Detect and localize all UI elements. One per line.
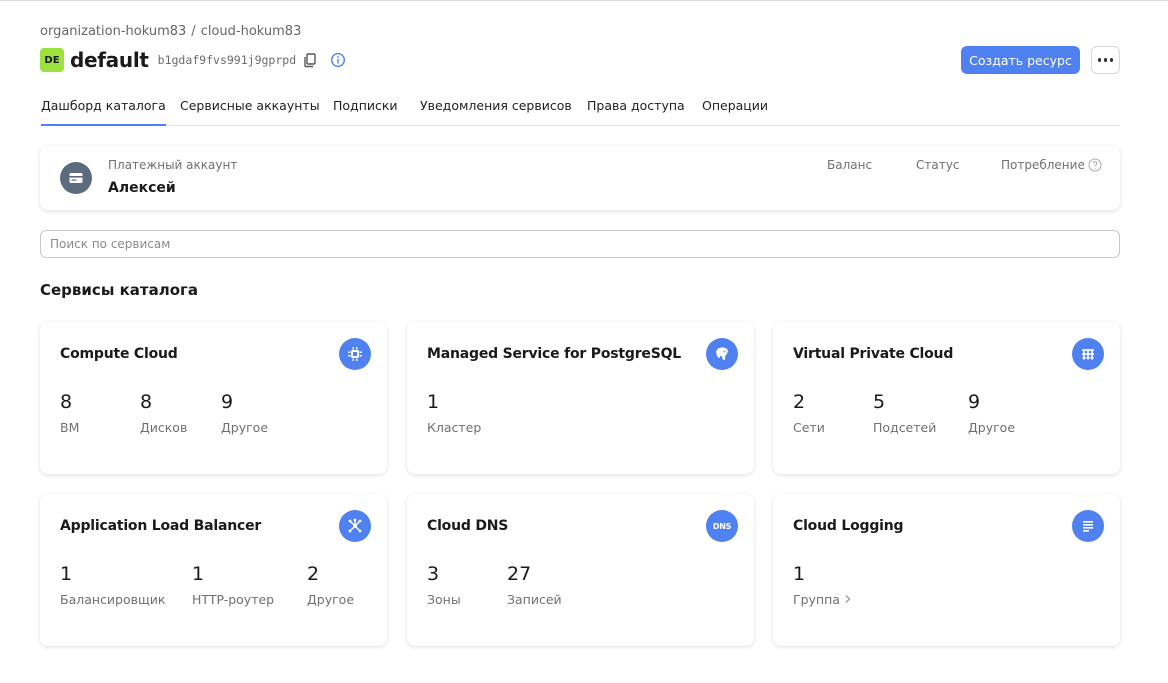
service-card-compute-cloud[interactable]: Compute Cloud 8 ВМ 8 Дисков 9 Другое — [40, 322, 387, 474]
service-card-cloud-logging[interactable]: Cloud Logging 1 Группа — [773, 494, 1120, 646]
stat-label: ВМ — [60, 420, 80, 435]
breadcrumb-separator: / — [191, 24, 196, 39]
section-title: Сервисы каталога — [40, 281, 198, 299]
service-card-application-load-balancer[interactable]: Application Load Balancer 1 Балансировщи… — [40, 494, 387, 646]
stat-value: 27 — [507, 563, 532, 585]
folder-id: b1gdaf9fvs991j9gprpd — [157, 53, 297, 67]
billing-status-label: Статус — [916, 158, 960, 172]
stat-label: Другое — [221, 420, 269, 435]
log-lines-icon — [1072, 510, 1104, 542]
network-icon — [1072, 338, 1104, 370]
billing-account-label: Платежный аккаунт — [108, 158, 238, 172]
billing-balance-label: Баланс — [827, 158, 873, 172]
service-card-virtual-private-cloud[interactable]: Virtual Private Cloud 2 Сети 5 Подсетей … — [773, 322, 1120, 474]
tab-access-rights[interactable]: Права доступа — [587, 98, 685, 113]
stat-value: 8 — [60, 391, 73, 413]
service-card-cloud-dns[interactable]: Cloud DNS DNS 3 Зоны 27 Записей — [407, 494, 754, 646]
stat-value: 9 — [968, 391, 981, 413]
stat-value: 1 — [192, 563, 205, 585]
help-icon[interactable] — [1088, 158, 1102, 172]
tab-bar: Дашборд каталога Сервисные аккаунты Подп… — [40, 95, 1120, 126]
stat-label: Другое — [968, 420, 1016, 435]
info-icon[interactable] — [330, 52, 346, 68]
load-balancer-icon — [339, 510, 371, 542]
tab-operations[interactable]: Операции — [702, 98, 768, 113]
stat-value: 3 — [427, 563, 440, 585]
stat-label: Дисков — [140, 420, 188, 435]
stat-value: 8 — [140, 391, 153, 413]
stat-label: Кластер — [427, 420, 482, 435]
more-dots-icon — [1097, 58, 1115, 62]
tab-service-notifications[interactable]: Уведомления сервисов — [420, 98, 572, 113]
breadcrumb-organization[interactable]: organization-hokum83 — [40, 24, 186, 39]
stat-label: Другое — [307, 592, 355, 607]
service-card-title: Cloud Logging — [793, 518, 904, 534]
breadcrumb-cloud[interactable]: cloud-hokum83 — [201, 24, 302, 39]
stat-label: Балансировщик — [60, 592, 166, 607]
stat-label: Записей — [507, 592, 562, 607]
stat-value: 2 — [307, 563, 320, 585]
chip-icon — [339, 338, 371, 370]
stat-value: 1 — [60, 563, 73, 585]
breadcrumb: organization-hokum83 / cloud-hokum83 — [40, 24, 301, 39]
service-card-title: Managed Service for PostgreSQL — [427, 346, 681, 362]
tab-service-accounts[interactable]: Сервисные аккаунты — [180, 98, 320, 113]
dns-icon-text: DNS — [712, 521, 732, 531]
more-options-button[interactable] — [1091, 46, 1120, 74]
stat-label: HTTP-роутер — [192, 592, 275, 607]
stat-value: 1 — [427, 391, 440, 413]
billing-consumption-label: Потребление — [1001, 158, 1085, 172]
stat-value: 5 — [873, 391, 886, 413]
tab-subscriptions[interactable]: Подписки — [333, 98, 398, 113]
folder-name: default — [70, 48, 149, 72]
stat-label: Подсетей — [873, 420, 937, 435]
stat-value: 9 — [221, 391, 234, 413]
stat-label: Зоны — [427, 592, 461, 607]
postgresql-icon — [706, 338, 738, 370]
service-card-title: Compute Cloud — [60, 346, 178, 362]
service-card-title: Application Load Balancer — [60, 518, 262, 534]
stat-label: Сети — [793, 420, 825, 435]
chevron-right-icon — [844, 592, 852, 607]
tab-catalog-dashboard[interactable]: Дашборд каталога — [41, 98, 166, 126]
service-card-managed-postgresql[interactable]: Managed Service for PostgreSQL 1 Кластер — [407, 322, 754, 474]
stat-label: Группа — [793, 592, 840, 607]
folder-badge: DE — [40, 48, 64, 72]
top-border — [0, 0, 1168, 4]
stat-value: 2 — [793, 391, 806, 413]
service-card-title: Cloud DNS — [427, 518, 509, 534]
billing-account-name[interactable]: Алексей — [108, 180, 176, 196]
create-resource-button[interactable]: Создать ресурс — [961, 46, 1080, 74]
stat-value: 1 — [793, 563, 806, 585]
billing-account-card[interactable]: Платежный аккаунт Алексей Баланс Статус … — [40, 146, 1120, 210]
folder-header: DE default b1gdaf9fvs991j9gprpd — [40, 47, 346, 73]
service-card-title: Virtual Private Cloud — [793, 346, 954, 362]
copy-icon[interactable] — [302, 52, 318, 68]
dns-icon: DNS — [706, 510, 738, 542]
credit-card-icon — [60, 162, 92, 194]
billing-consumption: Потребление — [1001, 158, 1102, 172]
service-search-input[interactable] — [40, 230, 1120, 258]
log-group-link[interactable]: Группа — [793, 592, 852, 607]
